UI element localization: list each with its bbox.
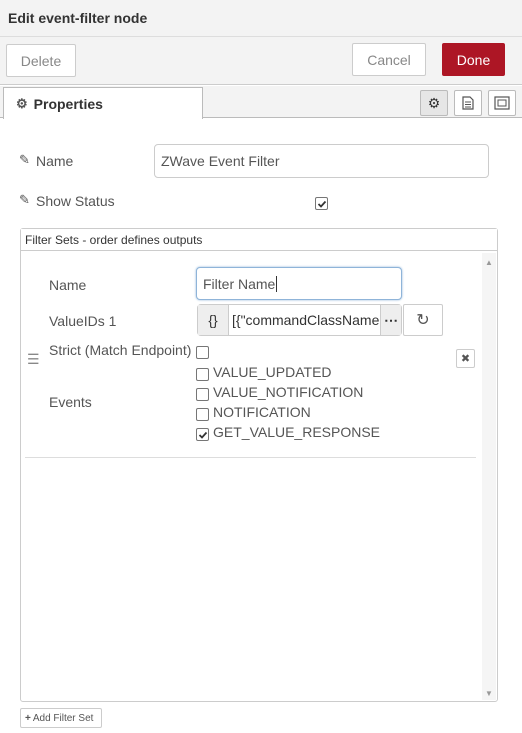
valueids-label: ValueIDs 1 xyxy=(49,313,117,329)
refresh-button[interactable]: ↻ xyxy=(403,304,443,336)
layout-icon xyxy=(494,96,510,110)
close-icon: ✖ xyxy=(460,353,471,365)
strict-checkbox[interactable] xyxy=(196,346,209,359)
tab-properties-label: Properties xyxy=(33,95,103,112)
strict-label: Strict (Match Endpoint) xyxy=(49,342,192,358)
dialog-title: Edit event-filter node xyxy=(8,10,148,26)
expand-editor-button[interactable]: ⋯ xyxy=(380,305,401,335)
valueids-typed-input[interactable]: {} [{"commandClassName" ⋯ xyxy=(197,304,402,336)
refresh-icon: ↻ xyxy=(416,312,430,329)
document-icon xyxy=(462,96,474,110)
events-label: Events xyxy=(49,394,92,410)
scrollbar[interactable] xyxy=(482,253,496,700)
settings-tab-button[interactable]: ⚙ xyxy=(420,90,448,116)
add-filter-set-label: Add Filter Set xyxy=(32,712,94,724)
description-tab-button[interactable] xyxy=(454,90,482,116)
type-selector-button[interactable]: {} xyxy=(198,305,229,335)
name-label: Name xyxy=(36,153,74,169)
event-label-notification: NOTIFICATION xyxy=(213,404,311,420)
scroll-up-icon[interactable]: ▲ xyxy=(485,258,493,267)
pencil-icon: ✎ xyxy=(19,192,30,207)
pencil-icon: ✎ xyxy=(19,152,30,167)
event-checkbox-value-updated[interactable] xyxy=(196,368,209,381)
appearance-tab-button[interactable] xyxy=(488,90,516,116)
checkmark-icon xyxy=(317,200,326,208)
filter-sets-header: Filter Sets - order defines outputs xyxy=(25,233,203,247)
name-input[interactable]: ZWave Event Filter xyxy=(154,144,489,178)
filter-name-label: Name xyxy=(49,277,87,293)
event-checkbox-get-value-response[interactable] xyxy=(196,428,209,441)
filter-name-input[interactable]: Filter Name xyxy=(196,267,402,300)
event-checkbox-notification[interactable] xyxy=(196,408,209,421)
scroll-down-icon[interactable]: ▼ xyxy=(485,689,493,698)
tab-properties[interactable]: ⚙ Properties xyxy=(3,87,203,119)
valueids-value: [{"commandClassName" xyxy=(232,312,380,328)
plus-icon: + xyxy=(25,712,31,724)
event-label-value-updated: VALUE_UPDATED xyxy=(213,364,332,380)
show-status-label: Show Status xyxy=(36,193,115,209)
remove-filter-set-button[interactable]: ✖ xyxy=(456,349,475,368)
gear-icon: ⚙ xyxy=(427,94,441,111)
filter-set-divider xyxy=(25,457,476,458)
show-status-checkbox[interactable] xyxy=(315,197,328,210)
drag-handle-icon[interactable]: ☰ xyxy=(27,352,40,366)
add-filter-set-button[interactable]: + Add Filter Set xyxy=(20,708,102,728)
event-label-value-notification: VALUE_NOTIFICATION xyxy=(213,384,364,400)
delete-button[interactable]: Delete xyxy=(6,44,76,77)
cancel-button[interactable]: Cancel xyxy=(352,43,426,76)
event-checkbox-value-notification[interactable] xyxy=(196,388,209,401)
checkmark-icon xyxy=(198,431,207,439)
done-button[interactable]: Done xyxy=(442,43,505,76)
filter-name-value: Filter Name xyxy=(203,275,276,292)
gear-icon: ⚙ xyxy=(16,95,28,111)
event-label-get-value-response: GET_VALUE_RESPONSE xyxy=(213,424,381,440)
